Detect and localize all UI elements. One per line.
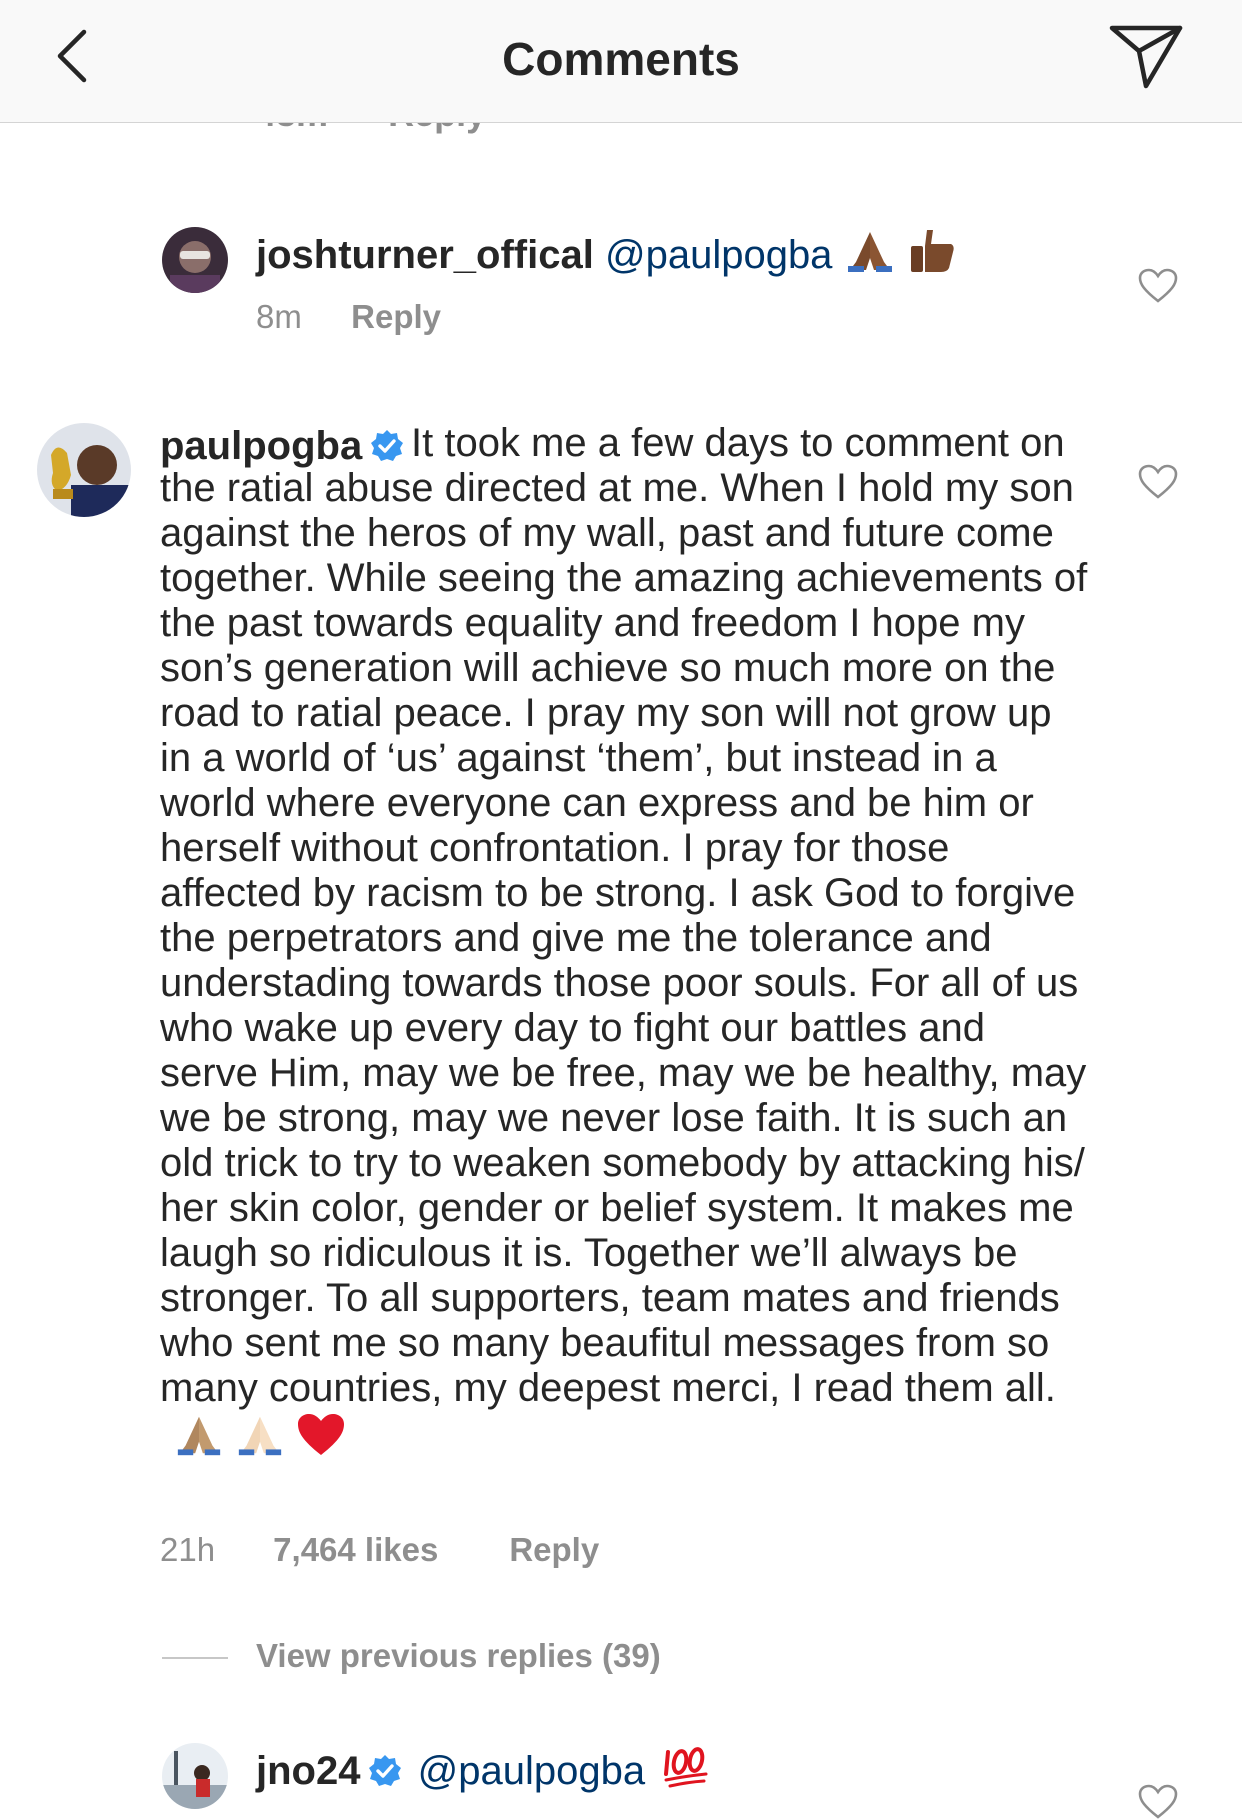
comment-text: joshturner_offical @paulpogba — [256, 228, 957, 278]
comment-text: jno24 @paulpogba — [256, 1744, 710, 1794]
folded-hands-icon — [177, 1416, 221, 1456]
comment-username[interactable]: joshturner_offical — [256, 233, 594, 277]
mention-link[interactable]: @paulpogba — [605, 233, 832, 277]
comment-text: It took me a few days to comment on the … — [160, 421, 1090, 1463]
avatar[interactable] — [37, 423, 131, 517]
likes-count[interactable]: 7,464 likes — [273, 1531, 500, 1569]
folded-hands-icon — [847, 232, 892, 272]
view-previous-replies-button[interactable]: View previous replies (39) — [256, 1637, 661, 1675]
avatar[interactable] — [162, 1743, 228, 1809]
avatar[interactable] — [162, 227, 228, 293]
reply-button[interactable]: Reply — [509, 1531, 599, 1569]
comment-time: 8m — [256, 298, 302, 335]
reply-button[interactable]: Reply — [351, 298, 441, 336]
heart-icon[interactable] — [1138, 464, 1178, 500]
comment-body-text: It took me a few days to comment on the … — [160, 421, 1088, 1410]
mention-link[interactable]: @paulpogba — [418, 1749, 645, 1793]
folded-hands-light-icon — [238, 1416, 282, 1456]
heart-icon[interactable] — [1138, 268, 1178, 304]
comment-meta: 8m Reply — [256, 298, 441, 336]
header-bar: Comments — [0, 0, 1242, 123]
comment-meta: 21h 7,464 likes Reply — [160, 1531, 599, 1569]
page-title: Comments — [502, 33, 740, 85]
comment-time: 21h — [160, 1531, 216, 1568]
red-heart-icon — [298, 1414, 345, 1455]
thumbs-up-icon — [910, 230, 954, 272]
hundred-points-icon — [664, 1747, 708, 1788]
heart-icon[interactable] — [1138, 1784, 1178, 1820]
comment-username[interactable]: jno24 — [256, 1749, 360, 1793]
verified-badge-icon — [369, 1755, 402, 1786]
replies-divider — [162, 1657, 228, 1659]
send-icon[interactable] — [1108, 22, 1184, 90]
